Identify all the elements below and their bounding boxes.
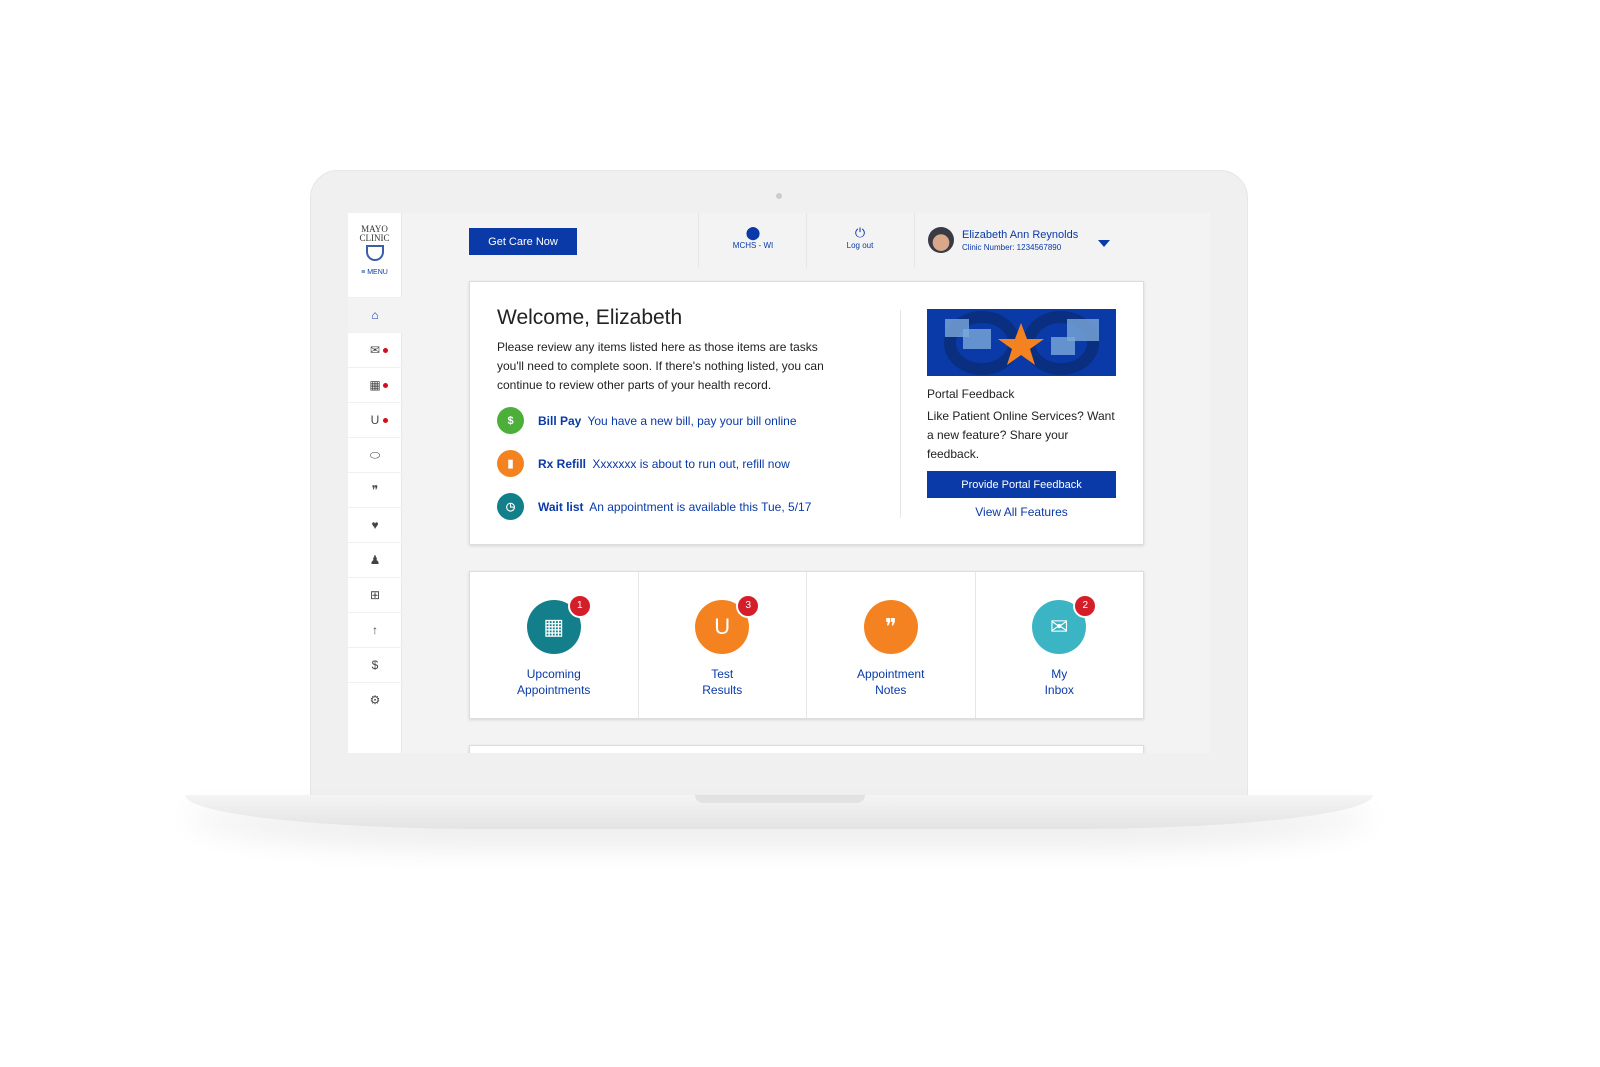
tile-label-line1: Test [711, 667, 734, 681]
count-badge: 3 [736, 594, 761, 618]
location-pin-icon: ⬤ [745, 225, 761, 240]
task-icon: $ [497, 407, 524, 434]
notification-dot [383, 418, 388, 423]
task-text: Wait list An appointment is available th… [538, 500, 811, 514]
get-care-now-button[interactable]: Get Care Now [469, 228, 577, 255]
feedback-text: Like Patient Online Services? Want a new… [927, 409, 1115, 461]
intro-text: Please review any items listed here as t… [497, 340, 824, 392]
task-label: Rx Refill [538, 456, 587, 471]
task-icon: ▮ [497, 450, 524, 477]
tile-notes[interactable]: ❞ Appointment Notes [807, 572, 976, 718]
tile-results[interactable]: U 3 Test Results [639, 572, 807, 718]
medications-icon: ⬭ [369, 447, 381, 462]
task-item[interactable]: ◷ Wait list An appointment is available t… [497, 493, 811, 520]
task-description: Xxxxxxx is about to run out, refill now [592, 456, 790, 471]
feedback-illustration [944, 311, 1099, 375]
task-label: Bill Pay [538, 413, 582, 428]
settings-icon: ⚙ [369, 693, 381, 707]
sidebar-item-billing[interactable]: $ [348, 647, 402, 682]
count-badge: 2 [1073, 594, 1098, 618]
sidebar-item-documents[interactable]: ↑ [348, 612, 402, 647]
quick-links-card: ▦ 1 Upcoming Appointments U 3 Test Results ❞ Appo… [469, 571, 1144, 719]
appointments-icon: ▦ [369, 378, 381, 392]
tile-icon: ❞ [863, 600, 918, 654]
task-description: An appointment is available this Tue, 5/… [589, 499, 812, 514]
tile-appointments[interactable]: ▦ 1 Upcoming Appointments [470, 572, 639, 718]
notification-dot [383, 348, 388, 353]
sidebar-item-medications[interactable]: ⬭ [348, 437, 402, 472]
sidebar-item-settings[interactable]: ⚙ [348, 682, 402, 717]
tile-label-line2: Appointments [517, 683, 591, 697]
tile-inbox[interactable]: ✉ 2 My Inbox [976, 572, 1144, 718]
menu-button[interactable]: ≡ MENU [348, 269, 401, 276]
test-results-icon: U [370, 413, 380, 427]
view-all-features-link[interactable]: View All Features [927, 505, 1116, 519]
documents-icon: ↑ [372, 623, 378, 637]
sidebar-nav: ⌂ ✉ ▦ U ⬭ ❞ ♥ ♟ ⊞ ↑ $ ⚙ [348, 297, 402, 717]
shield-icon [365, 245, 384, 261]
task-text: Rx Refill Xxxxxxx is about to run out, r… [538, 457, 790, 471]
divider [806, 213, 807, 268]
tile-label-line1: Upcoming [526, 667, 581, 681]
sidebar-item-appointments[interactable]: ▦ [348, 367, 402, 402]
sidebar-item-health-summary[interactable]: ♥ [348, 507, 402, 542]
home-icon: ⌂ [371, 308, 379, 322]
content-card [469, 745, 1144, 753]
camera [776, 193, 782, 199]
records-icon: ⊞ [369, 588, 381, 602]
task-label: Wait list [538, 499, 584, 514]
sidebar: MAYO CLINIC ≡ MENU ⌂ ✉ ▦ U ⬭ ❞ ♥ ♟ ⊞ ↑ $ ⚙ [348, 213, 402, 753]
feedback-banner-image [927, 309, 1116, 376]
sidebar-item-messages[interactable]: ✉ [348, 332, 402, 367]
sidebar-item-records[interactable]: ⊞ [348, 577, 402, 612]
health-summary-icon: ♥ [371, 518, 379, 532]
tile-label-line2: Inbox [1044, 683, 1074, 697]
tile-label-line2: Notes [875, 683, 907, 697]
location-button[interactable]: ⬤ MCHS - WI [703, 225, 803, 250]
feedback-title: Portal Feedback [927, 387, 1015, 401]
avatar [928, 227, 954, 253]
notes-icon: ❞ [371, 483, 379, 497]
screen: MAYO CLINIC ≡ MENU ⌂ ✉ ▦ U ⬭ ❞ ♥ ♟ ⊞ ↑ $ ⚙ Get Care… [348, 213, 1210, 753]
divider [914, 213, 915, 268]
page-title: Welcome, Elizabeth [497, 306, 683, 329]
user-name: Elizabeth Ann Reynolds [962, 228, 1079, 241]
task-item[interactable]: ▮ Rx Refill Xxxxxxx is about to run out, … [497, 450, 790, 477]
count-badge: 1 [567, 594, 592, 618]
laptop-notch [695, 795, 865, 803]
clinic-number: Clinic Number: 1234567890 [962, 242, 1062, 252]
messages-icon: ✉ [369, 343, 381, 357]
task-item[interactable]: $ Bill Pay You have a new bill, pay your … [497, 407, 797, 434]
provide-feedback-button[interactable]: Provide Portal Feedback [927, 471, 1116, 498]
sidebar-item-home[interactable]: ⌂ [348, 297, 402, 332]
sidebar-item-care-team[interactable]: ♟ [348, 542, 402, 577]
care-team-icon: ♟ [369, 553, 381, 567]
tile-label-line2: Results [702, 683, 743, 697]
billing-icon: $ [371, 658, 379, 672]
tile-label-line1: My [1051, 667, 1068, 681]
task-icon: ◷ [497, 493, 524, 520]
divider [900, 310, 901, 518]
task-text: Bill Pay You have a new bill, pay your b… [538, 414, 797, 428]
user-profile[interactable]: Elizabeth Ann Reynolds Clinic Number: 123… [928, 227, 1078, 253]
sidebar-item-notes[interactable]: ❞ [348, 472, 402, 507]
task-description: You have a new bill, pay your bill onlin… [587, 413, 797, 428]
chevron-down-icon[interactable] [1098, 240, 1110, 247]
tile-label-line1: Appointment [857, 667, 925, 681]
mayo-clinic-logo[interactable]: MAYO CLINIC [348, 213, 401, 261]
logout-button[interactable]: ⏻ Log out [810, 225, 910, 250]
power-icon: ⏻ [854, 225, 866, 240]
sidebar-item-test-results[interactable]: U [348, 402, 402, 437]
divider [698, 213, 699, 268]
welcome-card: Welcome, Elizabeth Please review any ite… [469, 281, 1144, 545]
notification-dot [383, 383, 388, 388]
